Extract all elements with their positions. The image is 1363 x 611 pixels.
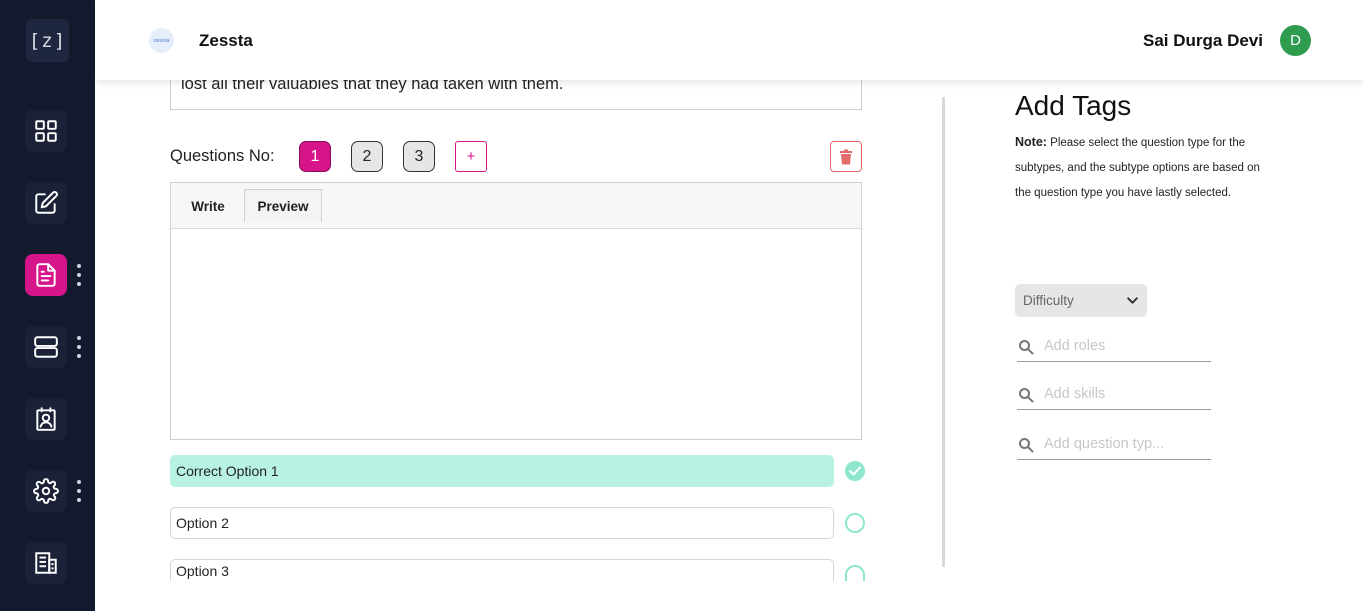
server-menu-dots[interactable] [76,336,81,358]
add-question-button[interactable]: + [455,141,487,172]
user-avatar[interactable]: D [1280,25,1311,56]
question-number-2[interactable]: 2 [351,141,383,172]
tab-write[interactable]: Write [181,190,235,222]
search-icon [1019,388,1034,403]
settings-menu-dots[interactable] [76,480,81,502]
document-icon [36,263,56,287]
tags-note-text: Please select the question type for the … [1015,137,1260,199]
question-type-search-field [1017,434,1211,460]
dashboard-grid-icon [35,120,57,142]
top-header: zessta Zessta Sai Durga Devi D [95,0,1363,80]
nav-organization-button[interactable] [25,542,67,584]
question-type-input[interactable] [1044,436,1204,452]
sidebar: [z] [0,0,95,611]
nav-profile-button[interactable] [25,398,67,440]
skills-input[interactable] [1044,386,1204,402]
documents-menu-dots[interactable] [76,264,81,286]
editor-tabs: Write Preview [171,183,861,229]
option-3-correct-toggle[interactable] [845,565,865,581]
id-badge-icon [36,407,56,431]
app-logo[interactable]: [z] [26,19,69,62]
difficulty-label: Difficulty [1023,293,1074,308]
edit-icon [35,191,58,214]
tags-note: Note: Please select the question type fo… [1015,130,1265,206]
brand-logo: zessta [149,28,174,53]
nav-edit-button[interactable] [25,182,67,224]
question-editor: Write Preview [170,182,862,440]
panel-divider [942,97,945,567]
checkmark-icon [849,466,861,476]
building-icon [35,552,57,574]
brand-name: Zessta [199,31,253,50]
questions-label: Questions No: [170,147,275,165]
chevron-down-icon [1127,297,1138,304]
add-tags-title: Add Tags [1015,90,1132,121]
difficulty-select[interactable]: Difficulty [1015,284,1147,317]
option-3-field[interactable]: Option 3 [170,559,834,581]
option-2-field[interactable]: Option 2 [170,507,834,539]
tags-note-label: Note: [1015,135,1047,149]
nav-settings-button[interactable] [25,470,67,512]
search-icon [1019,438,1034,453]
question-number-3[interactable]: 3 [403,141,435,172]
roles-search-field [1017,336,1211,362]
option-1-correct-toggle[interactable] [845,461,865,481]
server-icon [34,336,58,358]
trash-icon [840,149,852,164]
option-2-correct-toggle[interactable] [845,513,865,533]
nav-documents-button[interactable] [25,254,67,296]
nav-server-button[interactable] [25,326,67,368]
settings-icon [33,478,59,504]
delete-question-button[interactable] [830,141,862,172]
option-1-field[interactable]: Correct Option 1 [170,455,834,487]
question-number-1[interactable]: 1 [299,141,331,172]
user-name: Sai Durga Devi [1143,31,1263,50]
roles-input[interactable] [1044,338,1204,354]
skills-search-field [1017,384,1211,410]
search-icon [1019,340,1034,355]
tab-preview[interactable]: Preview [244,189,322,222]
nav-dashboard-button[interactable] [25,110,67,152]
editor-body[interactable] [171,229,861,439]
